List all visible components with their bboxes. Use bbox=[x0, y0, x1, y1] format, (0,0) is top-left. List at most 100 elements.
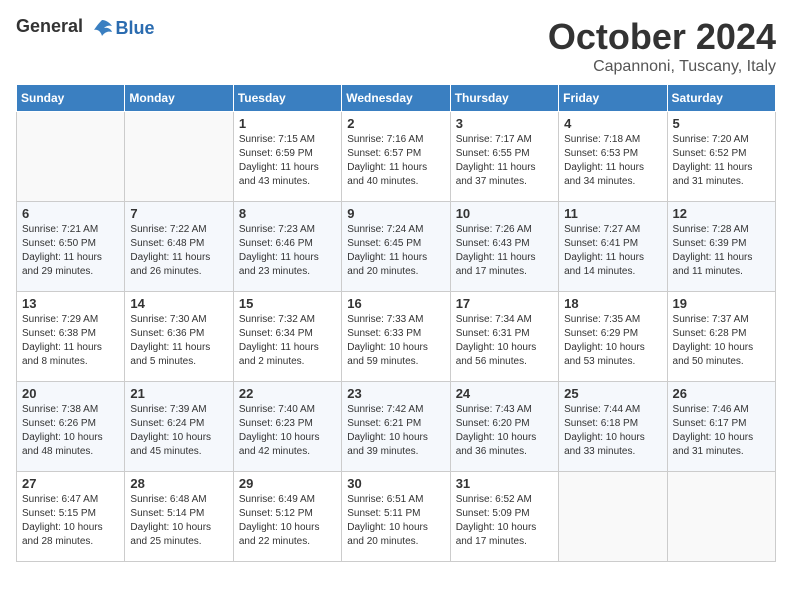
calendar-cell bbox=[667, 472, 775, 562]
calendar-cell: 29 Sunrise: 6:49 AM Sunset: 5:12 PM Dayli… bbox=[233, 472, 341, 562]
day-info: Sunrise: 7:34 AM Sunset: 6:31 PM Dayligh… bbox=[456, 313, 553, 369]
calendar-cell: 7 Sunrise: 7:22 AM Sunset: 6:48 PM Daylig… bbox=[125, 202, 233, 292]
day-info: Sunrise: 7:42 AM Sunset: 6:21 PM Dayligh… bbox=[347, 403, 444, 459]
logo-bird-icon bbox=[90, 16, 114, 40]
day-number: 18 bbox=[564, 296, 661, 311]
day-number: 16 bbox=[347, 296, 444, 311]
day-number: 1 bbox=[239, 116, 336, 131]
calendar-cell: 26Sunrise: 7:46 AM Sunset: 6:17 PM Dayli… bbox=[667, 382, 775, 472]
day-number: 11 bbox=[564, 206, 661, 221]
calendar-cell: 31 Sunrise: 6:52 AM Sunset: 5:09 PM Dayli… bbox=[450, 472, 558, 562]
calendar-cell: 2 Sunrise: 7:16 AM Sunset: 6:57 PM Daylig… bbox=[342, 112, 450, 202]
calendar-cell: 16Sunrise: 7:33 AM Sunset: 6:33 PM Dayli… bbox=[342, 292, 450, 382]
day-info: Sunrise: 7:22 AM Sunset: 6:48 PM Dayligh… bbox=[130, 223, 227, 279]
day-number: 10 bbox=[456, 206, 553, 221]
day-info: Sunrise: 6:52 AM Sunset: 5:09 PM Dayligh… bbox=[456, 493, 553, 549]
calendar-cell: 24Sunrise: 7:43 AM Sunset: 6:20 PM Dayli… bbox=[450, 382, 558, 472]
day-number: 14 bbox=[130, 296, 227, 311]
day-number: 15 bbox=[239, 296, 336, 311]
day-info: Sunrise: 7:35 AM Sunset: 6:29 PM Dayligh… bbox=[564, 313, 661, 369]
day-number: 6 bbox=[22, 206, 119, 221]
day-number: 4 bbox=[564, 116, 661, 131]
logo: General Blue bbox=[16, 16, 155, 40]
calendar-cell: 14 Sunrise: 7:30 AM Sunset: 6:36 PM Dayli… bbox=[125, 292, 233, 382]
day-number: 20 bbox=[22, 386, 119, 401]
calendar-table: SundayMondayTuesdayWednesdayThursdayFrid… bbox=[16, 84, 776, 562]
calendar-cell: 15 Sunrise: 7:32 AM Sunset: 6:34 PM Dayli… bbox=[233, 292, 341, 382]
day-info: Sunrise: 7:43 AM Sunset: 6:20 PM Dayligh… bbox=[456, 403, 553, 459]
calendar-cell: 19 Sunrise: 7:37 AM Sunset: 6:28 PM Dayli… bbox=[667, 292, 775, 382]
weekday-header-friday: Friday bbox=[559, 85, 667, 112]
day-info: Sunrise: 6:51 AM Sunset: 5:11 PM Dayligh… bbox=[347, 493, 444, 549]
day-number: 7 bbox=[130, 206, 227, 221]
day-number: 19 bbox=[673, 296, 770, 311]
weekday-header-saturday: Saturday bbox=[667, 85, 775, 112]
month-title: October 2024 bbox=[548, 16, 776, 58]
day-info: Sunrise: 6:47 AM Sunset: 5:15 PM Dayligh… bbox=[22, 493, 119, 549]
weekday-header-sunday: Sunday bbox=[17, 85, 125, 112]
calendar-cell: 5Sunrise: 7:20 AM Sunset: 6:52 PM Daylig… bbox=[667, 112, 775, 202]
day-info: Sunrise: 7:37 AM Sunset: 6:28 PM Dayligh… bbox=[673, 313, 770, 369]
calendar-week-row: 13Sunrise: 7:29 AM Sunset: 6:38 PM Dayli… bbox=[17, 292, 776, 382]
weekday-header-thursday: Thursday bbox=[450, 85, 558, 112]
calendar-cell: 10 Sunrise: 7:26 AM Sunset: 6:43 PM Dayli… bbox=[450, 202, 558, 292]
day-number: 8 bbox=[239, 206, 336, 221]
day-info: Sunrise: 7:18 AM Sunset: 6:53 PM Dayligh… bbox=[564, 133, 661, 189]
title-area: October 2024 Capannoni, Tuscany, Italy bbox=[548, 16, 776, 76]
day-number: 12 bbox=[673, 206, 770, 221]
day-info: Sunrise: 7:24 AM Sunset: 6:45 PM Dayligh… bbox=[347, 223, 444, 279]
day-number: 13 bbox=[22, 296, 119, 311]
day-number: 31 bbox=[456, 476, 553, 491]
page-header: General Blue October 2024 Capannoni, Tus… bbox=[16, 16, 776, 76]
day-info: Sunrise: 7:44 AM Sunset: 6:18 PM Dayligh… bbox=[564, 403, 661, 459]
calendar-cell: 17Sunrise: 7:34 AM Sunset: 6:31 PM Dayli… bbox=[450, 292, 558, 382]
calendar-cell: 18 Sunrise: 7:35 AM Sunset: 6:29 PM Dayli… bbox=[559, 292, 667, 382]
day-info: Sunrise: 7:39 AM Sunset: 6:24 PM Dayligh… bbox=[130, 403, 227, 459]
calendar-cell: 9 Sunrise: 7:24 AM Sunset: 6:45 PM Daylig… bbox=[342, 202, 450, 292]
day-number: 9 bbox=[347, 206, 444, 221]
day-info: Sunrise: 7:16 AM Sunset: 6:57 PM Dayligh… bbox=[347, 133, 444, 189]
day-number: 30 bbox=[347, 476, 444, 491]
calendar-cell: 20Sunrise: 7:38 AM Sunset: 6:26 PM Dayli… bbox=[17, 382, 125, 472]
day-info: Sunrise: 7:28 AM Sunset: 6:39 PM Dayligh… bbox=[673, 223, 770, 279]
calendar-cell: 4 Sunrise: 7:18 AM Sunset: 6:53 PM Daylig… bbox=[559, 112, 667, 202]
calendar-cell: 30 Sunrise: 6:51 AM Sunset: 5:11 PM Dayli… bbox=[342, 472, 450, 562]
calendar-week-row: 6Sunrise: 7:21 AM Sunset: 6:50 PM Daylig… bbox=[17, 202, 776, 292]
day-number: 29 bbox=[239, 476, 336, 491]
calendar-cell: 11 Sunrise: 7:27 AM Sunset: 6:41 PM Dayli… bbox=[559, 202, 667, 292]
calendar-cell bbox=[125, 112, 233, 202]
calendar-cell: 8Sunrise: 7:23 AM Sunset: 6:46 PM Daylig… bbox=[233, 202, 341, 292]
day-info: Sunrise: 7:30 AM Sunset: 6:36 PM Dayligh… bbox=[130, 313, 227, 369]
day-number: 27 bbox=[22, 476, 119, 491]
day-number: 22 bbox=[239, 386, 336, 401]
calendar-cell: 1 Sunrise: 7:15 AM Sunset: 6:59 PM Daylig… bbox=[233, 112, 341, 202]
day-info: Sunrise: 6:48 AM Sunset: 5:14 PM Dayligh… bbox=[130, 493, 227, 549]
day-info: Sunrise: 7:27 AM Sunset: 6:41 PM Dayligh… bbox=[564, 223, 661, 279]
calendar-cell: 21 Sunrise: 7:39 AM Sunset: 6:24 PM Dayli… bbox=[125, 382, 233, 472]
logo-general-text: General bbox=[16, 16, 114, 40]
day-number: 21 bbox=[130, 386, 227, 401]
day-number: 25 bbox=[564, 386, 661, 401]
day-info: Sunrise: 7:32 AM Sunset: 6:34 PM Dayligh… bbox=[239, 313, 336, 369]
day-info: Sunrise: 7:17 AM Sunset: 6:55 PM Dayligh… bbox=[456, 133, 553, 189]
day-number: 28 bbox=[130, 476, 227, 491]
calendar-cell: 6Sunrise: 7:21 AM Sunset: 6:50 PM Daylig… bbox=[17, 202, 125, 292]
day-info: Sunrise: 7:26 AM Sunset: 6:43 PM Dayligh… bbox=[456, 223, 553, 279]
calendar-cell: 22Sunrise: 7:40 AM Sunset: 6:23 PM Dayli… bbox=[233, 382, 341, 472]
weekday-header-wednesday: Wednesday bbox=[342, 85, 450, 112]
day-info: Sunrise: 7:46 AM Sunset: 6:17 PM Dayligh… bbox=[673, 403, 770, 459]
calendar-cell: 23Sunrise: 7:42 AM Sunset: 6:21 PM Dayli… bbox=[342, 382, 450, 472]
location-subtitle: Capannoni, Tuscany, Italy bbox=[548, 58, 776, 76]
day-info: Sunrise: 7:15 AM Sunset: 6:59 PM Dayligh… bbox=[239, 133, 336, 189]
calendar-cell: 27 Sunrise: 6:47 AM Sunset: 5:15 PM Dayli… bbox=[17, 472, 125, 562]
day-number: 2 bbox=[347, 116, 444, 131]
calendar-week-row: 20Sunrise: 7:38 AM Sunset: 6:26 PM Dayli… bbox=[17, 382, 776, 472]
calendar-week-row: 1 Sunrise: 7:15 AM Sunset: 6:59 PM Daylig… bbox=[17, 112, 776, 202]
calendar-cell bbox=[559, 472, 667, 562]
day-number: 3 bbox=[456, 116, 553, 131]
calendar-week-row: 27 Sunrise: 6:47 AM Sunset: 5:15 PM Dayli… bbox=[17, 472, 776, 562]
day-info: Sunrise: 6:49 AM Sunset: 5:12 PM Dayligh… bbox=[239, 493, 336, 549]
logo-general-label: General bbox=[16, 16, 83, 36]
calendar-cell: 12 Sunrise: 7:28 AM Sunset: 6:39 PM Dayli… bbox=[667, 202, 775, 292]
calendar-cell: 3 Sunrise: 7:17 AM Sunset: 6:55 PM Daylig… bbox=[450, 112, 558, 202]
